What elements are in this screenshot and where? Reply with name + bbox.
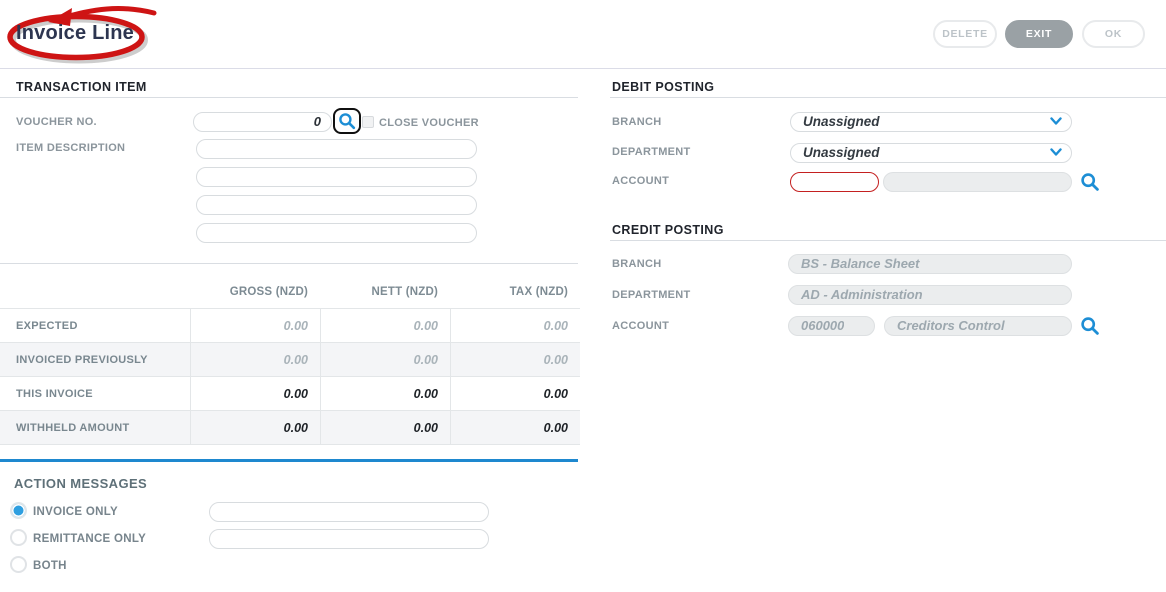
close-voucher-checkbox[interactable] xyxy=(362,116,374,128)
debit-branch-value: Unassigned xyxy=(791,114,880,129)
exit-button[interactable]: EXIT xyxy=(1005,20,1073,48)
invoice-only-message-input[interactable] xyxy=(209,502,489,522)
debit-branch-select[interactable]: Unassigned xyxy=(790,112,1072,132)
table-row-this-invoice: THIS INVOICE 0.00 0.00 0.00 xyxy=(0,376,580,410)
ok-button[interactable]: OK xyxy=(1082,20,1145,48)
credit-department-field: AD - Administration xyxy=(788,285,1072,305)
search-icon xyxy=(1080,316,1100,336)
expected-nett[interactable]: 0.00 xyxy=(320,309,450,342)
table-row-expected: EXPECTED 0.00 0.00 0.00 xyxy=(0,308,580,342)
invoiced-previously-nett: 0.00 xyxy=(320,343,450,376)
credit-account-search-button[interactable] xyxy=(1080,316,1100,336)
row-label: EXPECTED xyxy=(0,309,190,342)
debit-posting-underline xyxy=(610,97,1166,98)
debit-department-label: DEPARTMENT xyxy=(612,146,691,158)
credit-branch-label: BRANCH xyxy=(612,258,661,270)
debit-branch-label: BRANCH xyxy=(612,116,661,128)
credit-posting-heading: CREDIT POSTING xyxy=(612,223,724,237)
credit-department-value: AD - Administration xyxy=(789,287,923,302)
chevron-down-icon xyxy=(1050,117,1062,126)
credit-account-name: Creditors Control xyxy=(885,318,1005,333)
column-header-gross: GROSS (NZD) xyxy=(190,286,308,298)
remittance-only-message-input[interactable] xyxy=(209,529,489,549)
item-description-label: ITEM DESCRIPTION xyxy=(16,142,125,154)
credit-posting-underline xyxy=(610,240,1166,241)
header-divider xyxy=(0,68,1166,69)
this-invoice-nett[interactable]: 0.00 xyxy=(320,377,450,410)
credit-branch-value: BS - Balance Sheet xyxy=(789,256,920,271)
voucher-no-input[interactable] xyxy=(193,112,332,132)
withheld-tax[interactable]: 0.00 xyxy=(450,411,580,444)
column-header-tax: TAX (NZD) xyxy=(450,286,568,298)
action-messages-heading: ACTION MESSAGES xyxy=(14,476,147,491)
debit-department-select[interactable]: Unassigned xyxy=(790,143,1072,163)
withheld-gross[interactable]: 0.00 xyxy=(190,411,320,444)
search-icon xyxy=(338,112,356,130)
amounts-section-divider xyxy=(0,263,578,264)
column-header-nett: NETT (NZD) xyxy=(320,286,438,298)
table-row-invoiced-previously: INVOICED PREVIOUSLY 0.00 0.00 0.00 xyxy=(0,342,580,376)
radio-both-label: BOTH xyxy=(33,560,67,572)
chevron-down-icon xyxy=(1050,148,1062,157)
transaction-item-heading: TRANSACTION ITEM xyxy=(16,80,147,94)
close-voucher-label: CLOSE VOUCHER xyxy=(379,117,479,129)
radio-remittance-only-label: REMITTANCE ONLY xyxy=(33,533,146,545)
delete-button[interactable]: DELETE xyxy=(933,20,997,48)
credit-account-label: ACCOUNT xyxy=(612,320,669,332)
credit-account-code: 060000 xyxy=(789,318,844,333)
invoiced-previously-gross: 0.00 xyxy=(190,343,320,376)
table-row-withheld-amount: WITHHELD AMOUNT 0.00 0.00 0.00 xyxy=(0,410,580,445)
debit-posting-heading: DEBIT POSTING xyxy=(612,80,714,94)
debit-account-code-input[interactable] xyxy=(790,172,879,192)
radio-remittance-only[interactable] xyxy=(10,529,27,546)
invoiced-previously-tax: 0.00 xyxy=(450,343,580,376)
this-invoice-gross[interactable]: 0.00 xyxy=(190,377,320,410)
voucher-search-frame[interactable] xyxy=(333,108,361,134)
expected-tax[interactable]: 0.00 xyxy=(450,309,580,342)
action-messages-divider xyxy=(0,459,578,462)
credit-department-label: DEPARTMENT xyxy=(612,289,691,301)
debit-account-label: ACCOUNT xyxy=(612,175,669,187)
item-description-input-3[interactable] xyxy=(196,195,477,215)
row-label: WITHHELD AMOUNT xyxy=(0,411,190,444)
credit-branch-field: BS - Balance Sheet xyxy=(788,254,1072,274)
debit-department-value: Unassigned xyxy=(791,145,880,160)
invoice-line-window: Invoice Line DELETE EXIT OK TRANSACTION … xyxy=(0,0,1166,592)
radio-invoice-only-label: INVOICE ONLY xyxy=(33,506,118,518)
item-description-input-1[interactable] xyxy=(196,139,477,159)
expected-gross[interactable]: 0.00 xyxy=(190,309,320,342)
radio-both[interactable] xyxy=(10,556,27,573)
debit-account-search-button[interactable] xyxy=(1080,172,1100,192)
debit-account-name-field xyxy=(883,172,1072,192)
radio-invoice-only[interactable] xyxy=(10,502,27,519)
this-invoice-tax[interactable]: 0.00 xyxy=(450,377,580,410)
voucher-no-label: VOUCHER NO. xyxy=(16,116,97,128)
withheld-nett[interactable]: 0.00 xyxy=(320,411,450,444)
credit-account-code-field: 060000 xyxy=(788,316,875,336)
credit-account-name-field: Creditors Control xyxy=(884,316,1072,336)
amounts-table: EXPECTED 0.00 0.00 0.00 INVOICED PREVIOU… xyxy=(0,308,580,445)
transaction-item-underline xyxy=(0,97,578,98)
row-label: INVOICED PREVIOUSLY xyxy=(0,343,190,376)
search-icon xyxy=(1080,172,1100,192)
item-description-input-4[interactable] xyxy=(196,223,477,243)
row-label: THIS INVOICE xyxy=(0,377,190,410)
page-title: Invoice Line xyxy=(16,22,134,45)
item-description-input-2[interactable] xyxy=(196,167,477,187)
